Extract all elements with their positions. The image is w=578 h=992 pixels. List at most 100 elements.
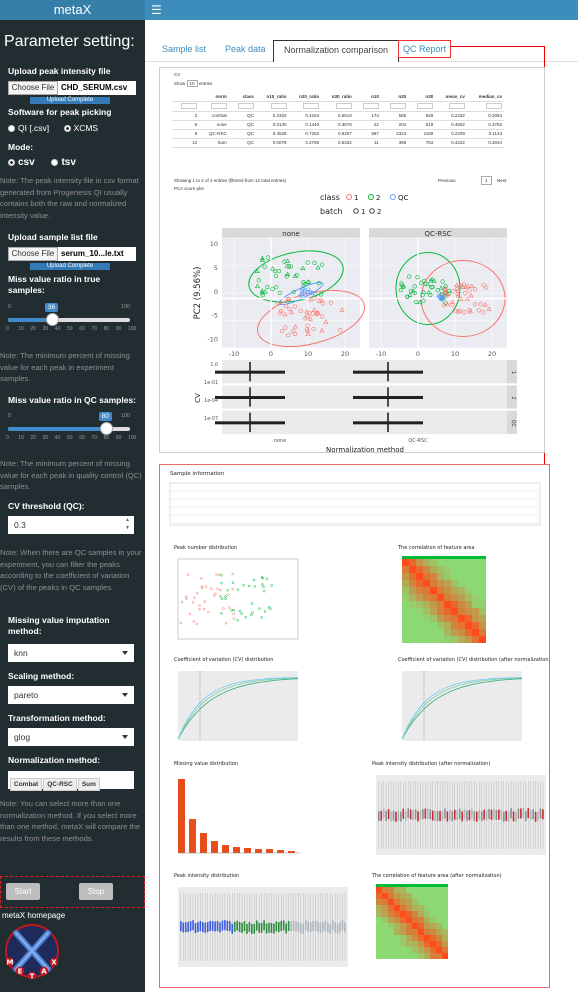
- normalization-multiselect[interactable]: Combat QC-RSC Sum: [8, 771, 134, 791]
- tab-sample-list[interactable]: Sample list: [162, 44, 206, 54]
- header-cell[interactable]: n20_ratio: [288, 92, 322, 102]
- header-cell[interactable]: n30: [408, 92, 436, 102]
- header-cell[interactable]: n20: [380, 92, 409, 102]
- report-heatmap-cell: [412, 887, 418, 893]
- header-cell[interactable]: median_cv: [466, 92, 504, 102]
- stepper-arrows-icon[interactable]: ▲ ▼: [125, 516, 130, 532]
- report-heatmap-cell: [437, 622, 444, 629]
- report-box: [473, 811, 476, 822]
- tab-qc-report[interactable]: QC Report: [398, 40, 452, 58]
- table-cell: 174: [353, 111, 381, 121]
- report-heatmap-cell: [465, 636, 472, 643]
- previous-button[interactable]: Previous: [438, 178, 456, 183]
- chip-sum[interactable]: Sum: [77, 778, 100, 791]
- chip-qc-rsc[interactable]: QC-RSC: [43, 778, 77, 791]
- radio-qi[interactable]: QI [.csv]: [8, 123, 49, 133]
- choose-peak-file-button[interactable]: Choose File: [8, 81, 58, 95]
- report-heatmap-cell: [400, 947, 406, 953]
- radio-xcms[interactable]: XCMS: [63, 123, 98, 133]
- filter-cell[interactable]: [380, 101, 409, 112]
- report-box: [542, 809, 544, 820]
- report-bar: [288, 851, 295, 853]
- header-cell[interactable]: n10: [353, 92, 381, 102]
- report-heatmap-cell: [406, 917, 412, 923]
- choose-sample-file-button[interactable]: Choose File: [8, 247, 58, 261]
- report-heatmap-cell: [402, 559, 409, 566]
- miss-true-slider[interactable]: 0 100 36 0 10 20 30 40 50 60 70 80 90 100: [6, 303, 136, 332]
- radio-tsv[interactable]: tsv: [51, 157, 76, 168]
- header-cell[interactable]: class: [228, 92, 256, 102]
- chip-combat[interactable]: Combat: [10, 778, 43, 791]
- imputation-select[interactable]: knn: [8, 644, 134, 662]
- report-heatmap-cell: [444, 622, 451, 629]
- report-heatmap-cell: [465, 587, 472, 594]
- report-heatmap-cell: [424, 941, 430, 947]
- slider-tick-label: 0: [6, 435, 9, 441]
- report-heatmap-cell: [458, 636, 465, 643]
- report-heatmap-cell: [418, 893, 424, 899]
- hamburger-icon[interactable]: ☰: [151, 2, 162, 18]
- report-heatmap-cell: [418, 923, 424, 929]
- metax-logo[interactable]: M E T A X: [4, 923, 60, 979]
- stop-button[interactable]: Stop: [79, 883, 113, 900]
- radio-csv[interactable]: csv: [8, 157, 35, 168]
- table-body: 3 combat QC 0.2332 0.4164 0.6613 174 565 849 0.23…: [172, 101, 504, 148]
- filter-cell[interactable]: [321, 101, 354, 112]
- report-box: [385, 810, 387, 821]
- slider-handle[interactable]: [99, 422, 113, 435]
- tab-peak-data[interactable]: Peak data: [225, 44, 266, 54]
- filter-cell[interactable]: [255, 101, 289, 112]
- report-bar: [255, 849, 262, 853]
- filter-cell[interactable]: [228, 101, 256, 112]
- filter-cell[interactable]: [466, 101, 504, 112]
- report-heatmap-cell: [388, 899, 394, 905]
- report-heatmap-cell: [451, 629, 458, 636]
- header-cell[interactable]: n10_ratio: [255, 92, 289, 102]
- slider-tick-label: 60: [79, 435, 85, 441]
- slider-tick-label: 0: [6, 326, 9, 332]
- header-cell[interactable]: mean_cv: [435, 92, 467, 102]
- table-cell: QC-RSC: [199, 129, 229, 139]
- miss-qc-slider[interactable]: 0 100 80 0 10 20 30 40 50 60 70 80 90 100: [6, 412, 136, 441]
- cv-threshold-input[interactable]: 0.3 ▲ ▼: [8, 516, 134, 534]
- report-box: [414, 809, 417, 820]
- report-heatmap-cell: [418, 935, 424, 941]
- report-heatmap-cell: [394, 887, 400, 893]
- slider-handle[interactable]: [45, 313, 59, 326]
- report-heatmap-cell: [444, 566, 451, 573]
- facet-label: QC-RSC: [424, 230, 451, 238]
- filter-cell[interactable]: [288, 101, 322, 112]
- filter-cell[interactable]: [353, 101, 381, 112]
- header-cell[interactable]: n30_ratio: [321, 92, 354, 102]
- report-box: [287, 920, 290, 931]
- chevron-down-icon: [122, 735, 128, 739]
- homepage-link[interactable]: metaX homepage: [2, 911, 65, 920]
- table-cell: QC: [228, 138, 256, 148]
- report-heatmap-cell: [388, 953, 394, 959]
- report-heatmap-cell: [412, 941, 418, 947]
- slider-tick-label: 10: [18, 326, 24, 332]
- table-cell: 849: [408, 111, 436, 121]
- filter-cell[interactable]: [435, 101, 467, 112]
- page-button[interactable]: 1: [481, 176, 492, 185]
- filter-row: [172, 101, 504, 112]
- report-box: [427, 808, 429, 819]
- slider-tick-label: 10: [18, 435, 24, 441]
- filter-cell[interactable]: [408, 101, 436, 112]
- tab-normalization-comparison[interactable]: Normalization comparison: [273, 40, 400, 62]
- scaling-select[interactable]: pareto: [8, 686, 134, 704]
- note-normalization: Note: You can select more than one norma…: [0, 799, 141, 843]
- report-heatmap-cell: [406, 935, 412, 941]
- transformation-select[interactable]: glog: [8, 728, 134, 746]
- report-heatmap-cell: [400, 935, 406, 941]
- report-curve-plot: [178, 671, 298, 741]
- filter-cell[interactable]: [172, 101, 200, 112]
- header-cell[interactable]: norm: [199, 92, 229, 102]
- filter-cell[interactable]: [199, 101, 229, 112]
- entries-select[interactable]: 10: [186, 80, 198, 87]
- report-box: [246, 923, 248, 934]
- next-button[interactable]: Next: [497, 178, 506, 183]
- report-box: [429, 809, 432, 820]
- start-button[interactable]: Start: [6, 883, 40, 900]
- table-cell: 9: [172, 129, 200, 139]
